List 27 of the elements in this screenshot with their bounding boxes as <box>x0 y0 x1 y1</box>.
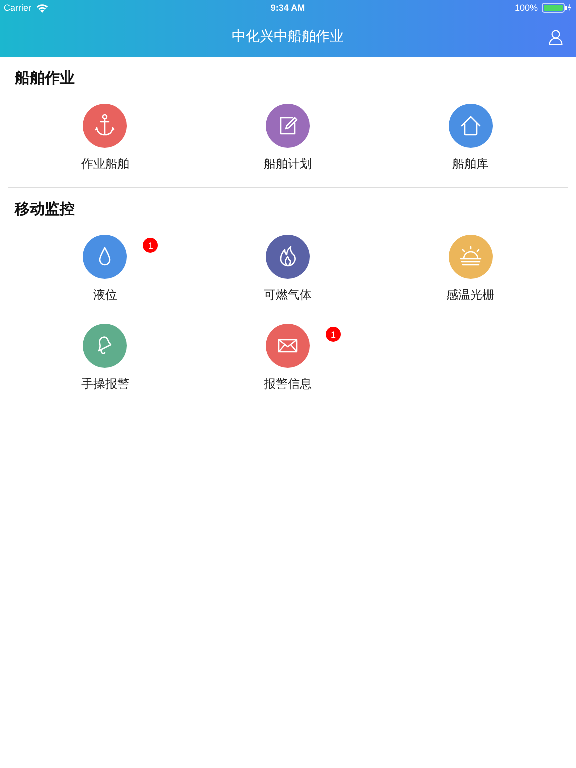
notification-badge: 1 <box>143 238 158 253</box>
section-title: 移动监控 <box>15 200 75 219</box>
menu-label[interactable]: 船舶库 <box>452 156 489 173</box>
bell-icon[interactable] <box>83 324 128 368</box>
user-icon[interactable] <box>549 30 563 45</box>
menu-label[interactable]: 船舶计划 <box>264 156 312 173</box>
battery-percent: 100% <box>514 3 538 13</box>
menu-label[interactable]: 可燃气体 <box>264 287 312 304</box>
menu-label[interactable]: 感温光栅 <box>446 287 495 304</box>
menu-label[interactable]: 手操报警 <box>81 376 130 393</box>
menu-label[interactable]: 液位 <box>93 287 118 304</box>
battery-icon <box>542 3 572 13</box>
menu-label[interactable]: 作业船舶 <box>81 156 130 173</box>
status-time: 9:34 AM <box>270 3 306 13</box>
page-title: 中化兴中船舶作业 <box>232 28 344 46</box>
section-title: 船舶作业 <box>15 69 75 88</box>
carrier-name: Carrier <box>4 3 32 13</box>
menu-label[interactable]: 报警信息 <box>264 376 312 393</box>
notification-badge: 1 <box>326 327 341 342</box>
edit-icon[interactable] <box>266 104 310 148</box>
anchor-icon[interactable] <box>83 104 128 148</box>
wifi-icon <box>36 3 49 13</box>
mail-icon[interactable] <box>266 324 310 368</box>
house-icon[interactable] <box>448 104 493 148</box>
sunrise-icon[interactable] <box>448 235 493 279</box>
drop-icon[interactable] <box>83 235 128 279</box>
flame-icon[interactable] <box>266 235 310 279</box>
